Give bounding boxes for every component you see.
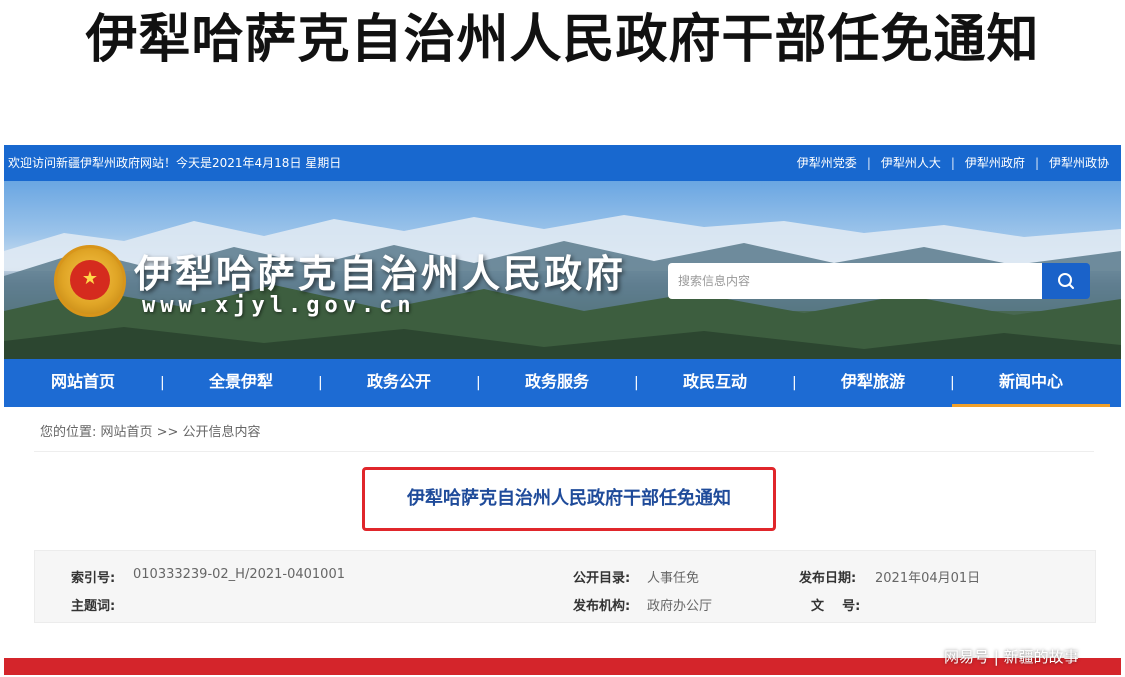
highlight-box: 伊犁哈萨克自治州人民政府干部任免通知 — [362, 467, 776, 531]
top-bar: 欢迎访问新疆伊犁州政府网站！今天是2021年4月18日 星期日 伊犁州党委 | … — [4, 145, 1121, 181]
nav-news-center[interactable]: 新闻中心 — [952, 359, 1110, 407]
date-label: 发布日期: — [799, 571, 857, 586]
catalog-label: 公开目录: — [573, 571, 631, 586]
main-nav: 网站首页 | 全景伊犁 | 政务公开 | 政务服务 | 政民互动 | 伊犁旅游 … — [4, 359, 1121, 407]
divider — [34, 451, 1094, 452]
breadcrumb: 您的位置: 网站首页 >> 公开信息内容 — [40, 425, 261, 440]
index-value: 010333239-02_H/2021-0401001 — [133, 567, 345, 582]
search-button[interactable] — [1042, 263, 1090, 299]
doc-number-label: 文 号: — [811, 599, 861, 614]
website-screenshot: 欢迎访问新疆伊犁州政府网站！今天是2021年4月18日 星期日 伊犁州党委 | … — [4, 145, 1121, 623]
nav-home[interactable]: 网站首页 — [4, 359, 162, 407]
separator: | — [1034, 156, 1039, 170]
separator: | — [866, 156, 871, 170]
index-label: 索引号: — [71, 571, 116, 586]
link-government[interactable]: 伊犁州政府 — [957, 145, 1033, 181]
separator: | — [950, 156, 955, 170]
search-input[interactable]: 搜索信息内容 — [668, 263, 1042, 299]
nav-tourism[interactable]: 伊犁旅游 — [794, 359, 952, 407]
national-emblem-icon: ★ — [54, 245, 126, 317]
subject-label: 主题词: — [71, 599, 116, 614]
link-peoples-congress[interactable]: 伊犁州人大 — [873, 145, 949, 181]
link-cppcc[interactable]: 伊犁州政协 — [1041, 145, 1117, 181]
site-title: 伊犁哈萨克自治州人民政府 — [134, 252, 627, 296]
nav-gov-affairs-open[interactable]: 政务公开 — [320, 359, 478, 407]
nav-panorama[interactable]: 全景伊犁 — [162, 359, 320, 407]
search-icon — [1058, 273, 1074, 289]
article-meta: 索引号: 010333239-02_H/2021-0401001 公开目录: 人… — [34, 550, 1096, 623]
page-headline: 伊犁哈萨克自治州人民政府干部任免通知 — [85, 10, 1040, 70]
site-url: www.xjyl.gov.cn — [142, 293, 416, 318]
catalog-value: 人事任免 — [647, 571, 700, 586]
link-party-committee[interactable]: 伊犁州党委 — [789, 145, 865, 181]
watermark: 网易号 | 新疆的故事 — [944, 648, 1079, 666]
issuer-value: 政府办公厅 — [647, 599, 713, 614]
nav-interaction[interactable]: 政民互动 — [636, 359, 794, 407]
article-title: 伊犁哈萨克自治州人民政府干部任免通知 — [407, 488, 731, 509]
header-banner: ★ 伊犁哈萨克自治州人民政府 www.xjyl.gov.cn 搜索信息内容 — [4, 181, 1121, 359]
welcome-text: 欢迎访问新疆伊犁州政府网站！今天是2021年4月18日 星期日 — [8, 156, 342, 170]
nav-gov-services[interactable]: 政务服务 — [478, 359, 636, 407]
top-links: 伊犁州党委 | 伊犁州人大 | 伊犁州政府 | 伊犁州政协 — [789, 145, 1117, 181]
date-value: 2021年04月01日 — [875, 571, 981, 586]
issuer-label: 发布机构: — [573, 599, 631, 614]
